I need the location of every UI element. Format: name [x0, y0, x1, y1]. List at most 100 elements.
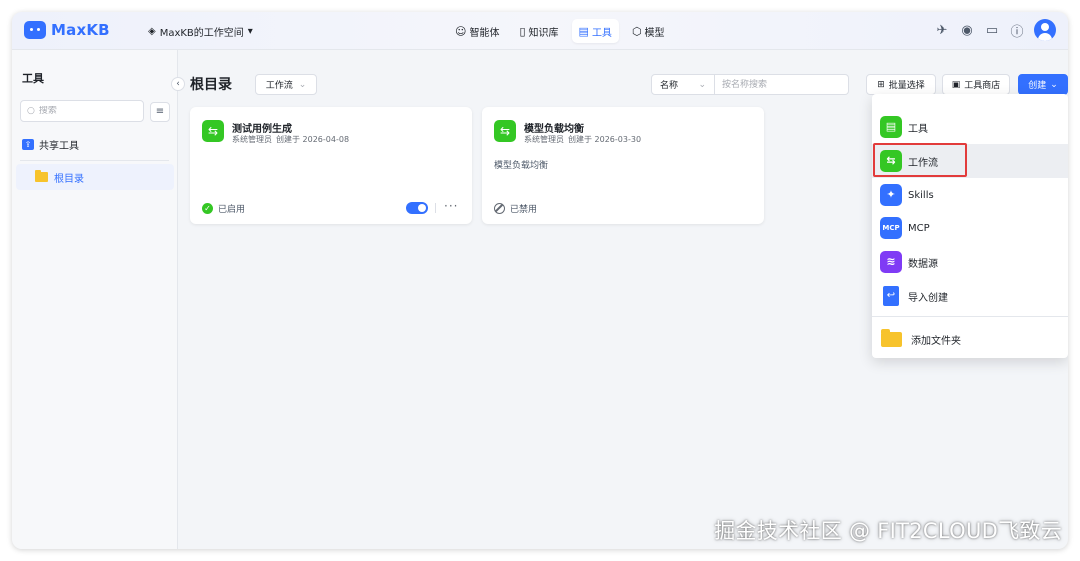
- sort-icon[interactable]: ≡: [150, 102, 170, 122]
- page-title: 根目录: [190, 77, 232, 93]
- divider: [20, 160, 169, 161]
- menu-item-label: 工具: [908, 123, 928, 135]
- cube-icon: ⬡: [631, 24, 642, 38]
- toolbox-icon: ▤: [880, 116, 902, 138]
- menu-item-import[interactable]: ↩ 导入创建: [872, 279, 1068, 313]
- filter-field-select[interactable]: 名称 ⌄: [651, 74, 715, 95]
- batch-select-button[interactable]: ⊞ 批量选择: [866, 74, 936, 95]
- menu-item-label: 工作流: [908, 157, 938, 169]
- mcp-icon: MCP: [880, 217, 902, 239]
- brand-name: MaxKB: [51, 21, 110, 39]
- workspace-selector[interactable]: ◈ MaxKB的工作空间 ▾: [148, 24, 253, 39]
- menu-item-label: 导入创建: [908, 292, 948, 304]
- sidebar-item-root[interactable]: 根目录: [16, 164, 174, 190]
- nav-label: 知识库: [528, 27, 559, 39]
- menu-item-datasource[interactable]: ≋ 数据源: [872, 245, 1068, 279]
- button-label: 批量选择: [888, 81, 925, 91]
- more-icon[interactable]: ···: [444, 199, 458, 213]
- card-title: 模型负载均衡: [524, 124, 584, 135]
- nav-label: 智能体: [469, 27, 500, 39]
- workflow-icon: ⇆: [880, 150, 902, 172]
- chevron-down-icon: ⌄: [698, 79, 706, 90]
- book-icon: ▯: [519, 24, 526, 38]
- sidebar-item-shared-tools[interactable]: ⇪ 共享工具: [22, 137, 79, 152]
- main-nav: ☺ 智能体 ▯ 知识库 ▤ 工具 ⬡ 模型: [448, 19, 672, 43]
- name-search-input[interactable]: [715, 74, 849, 95]
- avatar[interactable]: [1034, 19, 1056, 41]
- card-created: 创建于 2026-04-08: [276, 135, 350, 144]
- filter-field-value: 名称: [660, 81, 679, 91]
- enable-toggle[interactable]: [406, 202, 428, 214]
- nav-models[interactable]: ⬡ 模型: [625, 19, 672, 43]
- status-text: 已启用: [218, 205, 246, 215]
- menu-item-label: Skills: [908, 189, 934, 201]
- sidebar-search[interactable]: ○: [20, 100, 144, 122]
- tool-store-button[interactable]: ▣ 工具商店: [942, 74, 1010, 95]
- top-bar: MaxKB ◈ MaxKB的工作空间 ▾ ☺ 智能体 ▯ 知识库 ▤ 工具 ⬡ …: [12, 12, 1068, 50]
- sidebar-item-label: 共享工具: [39, 141, 79, 152]
- watermark: 掘金技术社区 @ FIT2CLOUD飞致云: [714, 519, 1062, 543]
- create-button[interactable]: 创建 ⌄: [1018, 74, 1068, 95]
- sidebar-search-input[interactable]: [38, 106, 139, 116]
- workspace-name: MaxKB的工作空间: [159, 28, 244, 39]
- card-title: 测试用例生成: [232, 124, 292, 135]
- divider: [435, 203, 436, 213]
- tool-card[interactable]: ⇆ 模型负载均衡 系统管理员 创建于 2026-03-30 模型负载均衡 已禁用: [482, 107, 764, 224]
- database-icon: ≋: [880, 251, 902, 273]
- menu-item-workflow[interactable]: ⇆ 工作流: [872, 144, 1068, 178]
- tool-card[interactable]: ⇆ 测试用例生成 系统管理员 创建于 2026-04-08 ✓ 已启用 ···: [190, 107, 472, 224]
- top-right-icons: ✈ ◉ ▭ ⓘ: [934, 19, 1056, 41]
- divider: [872, 316, 1068, 317]
- github-icon[interactable]: ◉: [959, 22, 975, 38]
- type-filter-select[interactable]: 工作流 ⌄: [255, 74, 317, 95]
- check-circle-icon: ✓: [202, 203, 213, 214]
- menu-item-tool[interactable]: ▤ 工具: [872, 110, 1068, 144]
- logo-robot-icon: [24, 21, 46, 39]
- workflow-icon: ⇆: [494, 120, 516, 142]
- type-filter-value: 工作流: [265, 81, 293, 91]
- nav-tools[interactable]: ▤ 工具: [571, 19, 619, 43]
- toolbox-icon: ▤: [578, 24, 589, 38]
- search-group: 名称 ⌄: [651, 74, 849, 95]
- status-text: 已禁用: [510, 205, 538, 215]
- layers-icon: ◈: [148, 26, 156, 37]
- sidebar-item-label: 根目录: [54, 173, 84, 185]
- menu-item-mcp[interactable]: MCP MCP: [872, 211, 1068, 245]
- folder-icon: [881, 328, 902, 347]
- card-meta: 系统管理员 创建于 2026-03-30: [524, 134, 645, 145]
- collapse-icon[interactable]: ‹: [171, 77, 185, 91]
- card-status: 已禁用: [494, 202, 537, 215]
- nav-knowledge[interactable]: ▯ 知识库: [512, 19, 565, 43]
- nav-label: 模型: [644, 27, 665, 39]
- create-dropdown-menu: ▤ 工具 ⇆ 工作流 ✦ Skills MCP MCP ≋ 数据源 ↩ 导入创建…: [872, 94, 1068, 358]
- disabled-icon: [494, 203, 505, 214]
- card-author: 系统管理员: [524, 135, 564, 144]
- app-window: MaxKB ◈ MaxKB的工作空间 ▾ ☺ 智能体 ▯ 知识库 ▤ 工具 ⬡ …: [12, 12, 1068, 549]
- card-description: 模型负载均衡: [494, 161, 549, 171]
- nav-agents[interactable]: ☺ 智能体: [448, 19, 506, 43]
- chevron-down-icon: ⌄: [1050, 79, 1058, 90]
- chevron-down-icon: ⌄: [298, 79, 307, 90]
- workflow-icon: ⇆: [202, 120, 224, 142]
- menu-item-add-folder[interactable]: 添加文件夹: [872, 322, 1068, 356]
- menu-item-label: 数据源: [908, 258, 938, 270]
- menu-item-label: 添加文件夹: [911, 335, 961, 347]
- store-icon: ▣: [951, 79, 961, 90]
- menu-item-skills[interactable]: ✦ Skills: [872, 178, 1068, 212]
- button-label: 工具商店: [964, 81, 1001, 91]
- card-meta: 系统管理员 创建于 2026-04-08: [232, 134, 353, 145]
- sidebar-title: 工具: [22, 72, 44, 85]
- logo[interactable]: MaxKB: [24, 21, 110, 39]
- card-created: 创建于 2026-03-30: [568, 135, 642, 144]
- import-file-icon: ↩: [883, 286, 899, 306]
- help-icon[interactable]: ⓘ: [1009, 22, 1025, 40]
- menu-item-label: MCP: [908, 222, 930, 234]
- grid-icon: ⊞: [877, 79, 885, 90]
- model-icon[interactable]: ✈: [934, 22, 950, 38]
- sparkle-icon: ✦: [880, 184, 902, 206]
- docs-icon[interactable]: ▭: [984, 22, 1000, 38]
- caret-down-icon: ▾: [247, 26, 253, 37]
- card-status: ✓ 已启用: [202, 202, 245, 215]
- robot-icon: ☺: [455, 24, 467, 38]
- sidebar: 工具 ‹ ○ ≡ ⇪ 共享工具 根目录: [12, 50, 185, 549]
